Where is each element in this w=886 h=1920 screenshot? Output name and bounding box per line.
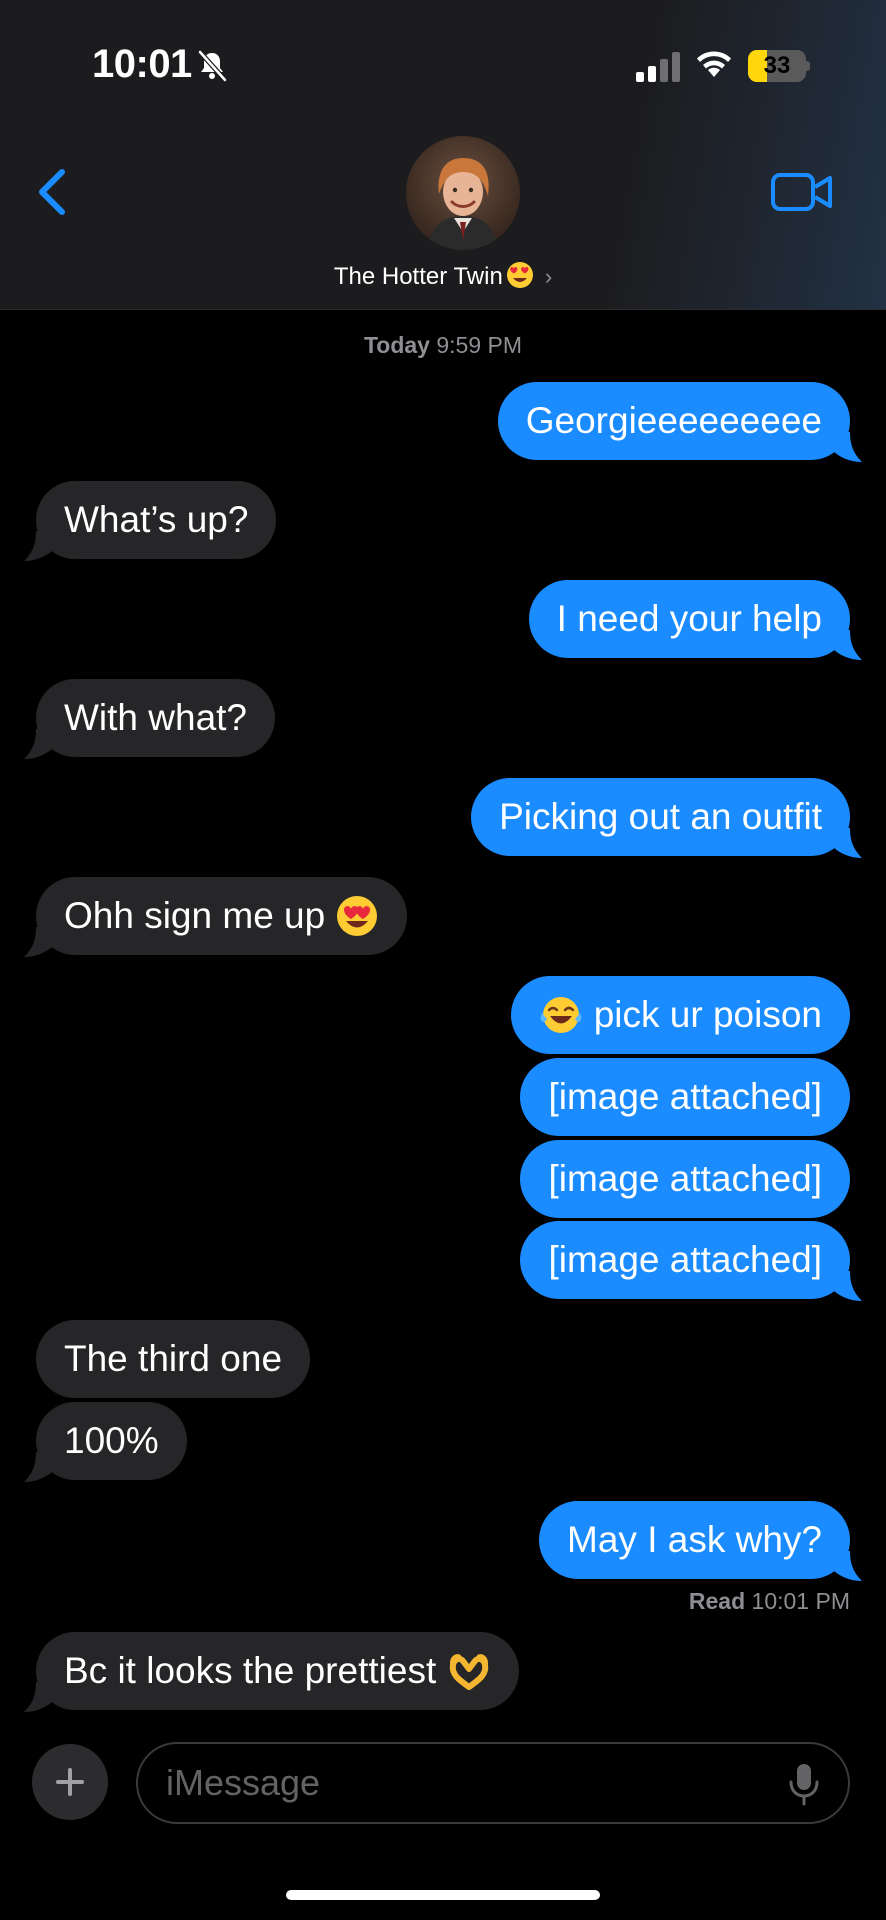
message-bubble-outgoing[interactable]: I need your help	[528, 580, 850, 658]
message-bubble-outgoing[interactable]: May I ask why?	[539, 1501, 850, 1579]
cellular-signal-icon	[636, 52, 680, 82]
imessage-input[interactable]	[166, 1744, 766, 1822]
bubble-tail	[832, 630, 862, 660]
message-text: pick ur poison	[583, 994, 822, 1035]
message-bubble-incoming[interactable]: Ohh sign me up	[36, 877, 408, 955]
battery-icon: 33	[748, 50, 810, 82]
message-text: May I ask why?	[567, 1519, 822, 1560]
heart-eyes-emoji-icon	[337, 896, 378, 936]
message-text: With what?	[64, 697, 248, 738]
bubble-tail	[24, 1682, 54, 1712]
message-bubble-incoming[interactable]: Bc it looks the prettiest	[36, 1632, 519, 1710]
message-bubble-outgoing[interactable]: pick ur poison	[511, 976, 850, 1054]
read-time: 10:01 PM	[751, 1588, 850, 1614]
message-text: The third one	[64, 1338, 283, 1379]
microphone-icon[interactable]	[786, 1762, 822, 1806]
message-bubble-incoming[interactable]: 100%	[36, 1402, 187, 1480]
timestamp-day: Today	[363, 332, 430, 358]
contact-name-button[interactable]: The Hotter Twin ›	[0, 260, 886, 291]
contact-name: The Hotter Twin	[333, 263, 503, 290]
message-bubble-outgoing[interactable]: Picking out an outfit	[471, 778, 850, 856]
message-bubble-incoming[interactable]: The third one	[36, 1320, 311, 1398]
home-indicator	[286, 1890, 600, 1900]
message-text: [image attached]	[548, 1158, 822, 1199]
heart-hands-emoji-icon	[449, 1654, 488, 1690]
add-attachment-button[interactable]	[32, 1744, 108, 1820]
tears-of-joy-emoji-icon	[541, 997, 582, 1033]
bubble-tail	[832, 1271, 862, 1301]
message-bubble-outgoing[interactable]: [image attached]	[520, 1058, 850, 1136]
back-chevron-icon[interactable]	[32, 164, 72, 220]
bubble-tail	[24, 927, 54, 957]
conversation-header: 10:01 33 The Hotter Twin ›	[0, 0, 886, 310]
bubble-tail	[832, 828, 862, 858]
bubble-tail	[832, 432, 862, 462]
message-text: What’s up?	[64, 499, 249, 540]
heart-eyes-emoji-icon	[506, 262, 533, 288]
message-bubble-outgoing[interactable]: [image attached]	[520, 1221, 850, 1299]
timestamp-time: 9:59 PM	[436, 332, 523, 358]
thread-timestamp: Today 9:59 PM	[0, 332, 886, 359]
bubble-tail	[24, 531, 54, 561]
message-text: Ohh sign me up	[64, 895, 336, 936]
contact-avatar[interactable]	[406, 136, 520, 250]
bell-slash-icon	[198, 50, 227, 82]
bubble-tail	[832, 1551, 862, 1581]
message-text: Picking out an outfit	[499, 796, 822, 837]
message-text: [image attached]	[548, 1076, 822, 1117]
status-time: 10:01	[92, 42, 192, 86]
bubble-tail	[24, 1452, 54, 1482]
message-text: [image attached]	[548, 1239, 822, 1280]
wifi-icon	[697, 51, 731, 77]
message-text: I need your help	[556, 598, 822, 639]
message-bubble-outgoing[interactable]: [image attached]	[520, 1140, 850, 1218]
message-bubble-incoming[interactable]: What’s up?	[36, 481, 277, 559]
message-composer[interactable]	[136, 1742, 850, 1824]
message-text: 100%	[64, 1420, 159, 1461]
message-bubble-outgoing[interactable]: Georgieeeeeeeee	[497, 382, 850, 460]
message-text: Bc it looks the prettiest	[64, 1650, 447, 1691]
message-bubble-incoming[interactable]: With what?	[36, 679, 276, 757]
chevron-right-icon: ›	[544, 264, 553, 289]
battery-percentage: 33	[763, 52, 791, 79]
bubble-tail	[24, 729, 54, 759]
message-text: Georgieeeeeeeee	[525, 400, 822, 441]
read-receipt: Read 10:01 PM	[689, 1588, 850, 1615]
read-label: Read	[688, 1588, 746, 1614]
facetime-video-icon[interactable]	[770, 170, 834, 214]
